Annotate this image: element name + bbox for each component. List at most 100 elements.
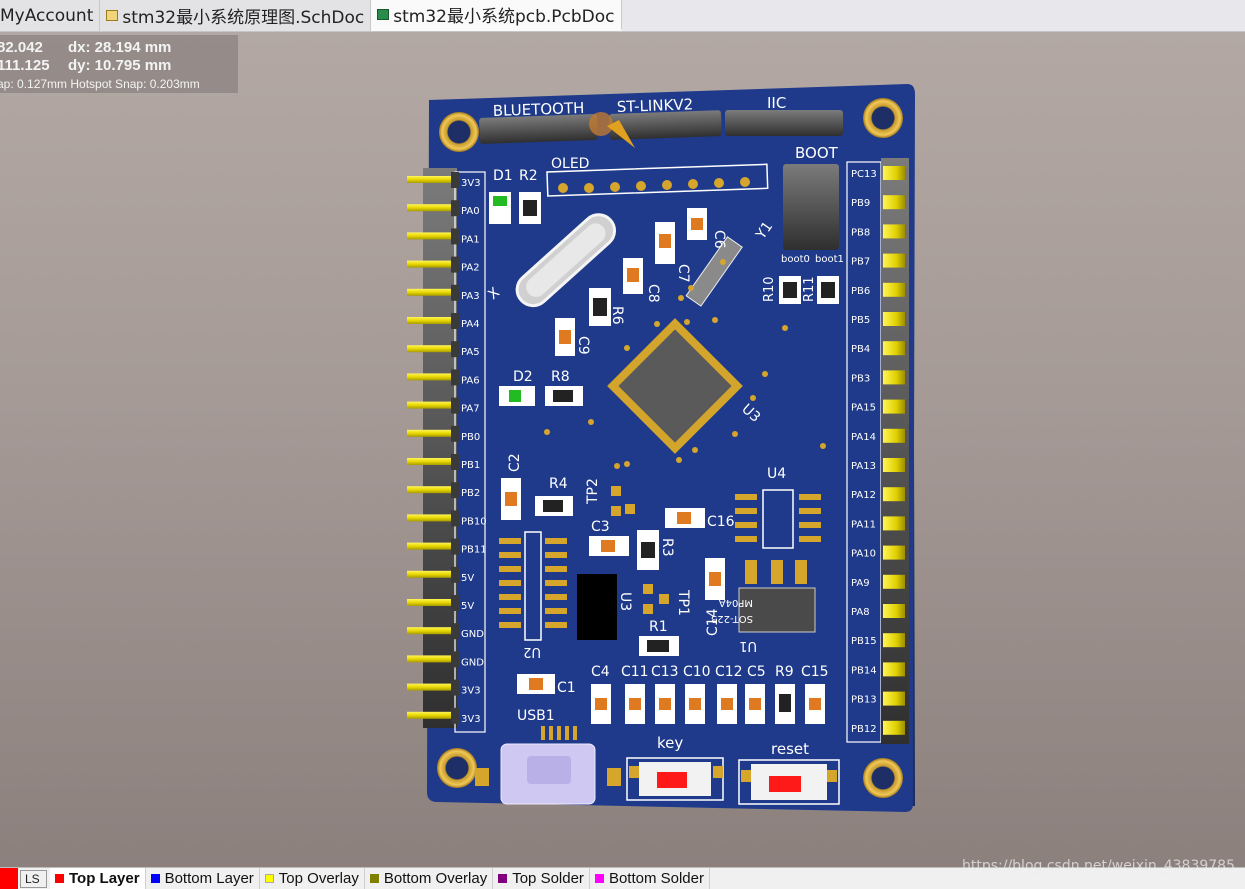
designator-r9: R9 bbox=[775, 664, 794, 680]
right-pin-label: PB8 bbox=[851, 227, 870, 238]
pcb-3d-view[interactable]: BLUETOOTH ST-LINKV2 IIC BOOT OLED 3V3 PA0… bbox=[395, 80, 920, 820]
mounting-hole bbox=[863, 758, 903, 798]
left-pin-label: 3V3 bbox=[461, 714, 481, 725]
resistor-r2 bbox=[519, 192, 541, 224]
snap-info: ap: 0.127mm Hotspot Snap: 0.203mm bbox=[0, 77, 200, 91]
reset-label: reset bbox=[771, 740, 809, 758]
layer-label: Bottom Overlay bbox=[383, 870, 488, 887]
cursor-y: 111.125 bbox=[0, 57, 50, 74]
designator-u3-b: U3 bbox=[617, 592, 633, 611]
left-pin-label: PB11 bbox=[461, 545, 487, 556]
right-pin-label: PC13 bbox=[851, 169, 877, 180]
designator-c16: C16 bbox=[707, 514, 735, 530]
designator-r6: R6 bbox=[609, 306, 625, 325]
right-pin-label: PA12 bbox=[851, 490, 876, 501]
bluetooth-header bbox=[479, 113, 598, 144]
right-pin-label: PB5 bbox=[851, 315, 870, 326]
designator-r8: R8 bbox=[551, 369, 570, 385]
left-pin-label: 3V3 bbox=[461, 178, 481, 189]
right-pin-label: PA10 bbox=[851, 549, 876, 560]
tab-myaccount[interactable]: MyAccount bbox=[0, 0, 101, 31]
delta-y: dy: 10.795 mm bbox=[68, 57, 172, 74]
layer-tab-bottom-overlay[interactable]: Bottom Overlay bbox=[365, 867, 494, 889]
layer-tab-bottom-solder[interactable]: Bottom Solder bbox=[590, 867, 710, 889]
left-pin-label: PA3 bbox=[461, 291, 480, 302]
tab-label: stm32最小系统pcb.PcbDoc bbox=[393, 6, 615, 27]
iic-header bbox=[725, 110, 843, 136]
left-pin-label: PA7 bbox=[461, 404, 480, 415]
coordinate-readout: 82.042 dx: 28.194 mm 111.125 dy: 10.795 mm… bbox=[0, 35, 238, 93]
designator-c2: C2 bbox=[507, 453, 523, 472]
right-pin-label: PA13 bbox=[851, 461, 876, 472]
right-pin-label: PB14 bbox=[851, 665, 877, 676]
tab-label: stm32最小系统原理图.SchDoc bbox=[122, 8, 365, 28]
layer-label: Bottom Solder bbox=[608, 870, 704, 887]
right-pin-label: PA14 bbox=[851, 432, 876, 443]
layer-label: Top Solder bbox=[512, 870, 584, 887]
right-pin-label: PB4 bbox=[851, 344, 870, 355]
designator-tp2: TP2 bbox=[585, 478, 601, 505]
left-pin-label: PA0 bbox=[461, 206, 480, 217]
mounting-hole bbox=[863, 98, 903, 138]
tab-pcb[interactable]: stm32最小系统pcb.PcbDoc bbox=[371, 0, 622, 31]
resistor-r1 bbox=[639, 636, 679, 656]
layer-label: Bottom Layer bbox=[164, 870, 254, 887]
ic-u3-package bbox=[577, 574, 617, 640]
designator-d2: D2 bbox=[513, 369, 533, 385]
boot-label: BOOT bbox=[795, 144, 839, 162]
led-d1 bbox=[489, 192, 511, 224]
led-d2 bbox=[499, 386, 535, 406]
layer-set-selector[interactable]: LS bbox=[0, 867, 50, 889]
tab-schematic[interactable]: stm32最小系统原理图.SchDoc bbox=[100, 0, 372, 31]
layer-tab-top-overlay[interactable]: Top Overlay bbox=[260, 867, 365, 889]
delta-x: dx: 28.194 mm bbox=[68, 39, 172, 56]
designator-r4: R4 bbox=[549, 476, 568, 492]
right-pin-label: PB6 bbox=[851, 286, 870, 297]
capacitor-c16 bbox=[665, 508, 705, 528]
pcb-doc-icon bbox=[377, 8, 390, 20]
layer-tab-bottom-layer[interactable]: Bottom Layer bbox=[146, 867, 260, 889]
designator-c5: C5 bbox=[747, 664, 766, 680]
designator-c13: C13 bbox=[651, 664, 679, 680]
mounting-hole bbox=[439, 112, 479, 152]
layer-tab-top-layer[interactable]: Top Layer bbox=[50, 867, 146, 889]
designator-c1: C1 bbox=[557, 680, 576, 696]
designator-c6: C6 bbox=[711, 230, 727, 249]
reset-button bbox=[738, 759, 840, 805]
capacitor-c7 bbox=[655, 222, 675, 264]
capacitor-c2 bbox=[501, 478, 521, 520]
left-pin-label: PA5 bbox=[461, 347, 480, 358]
resistor-r3 bbox=[637, 530, 659, 570]
mounting-hole bbox=[437, 748, 477, 788]
left-pin-label: PA4 bbox=[461, 319, 480, 330]
layer-color-swatch bbox=[498, 874, 508, 883]
left-pin-label: PB2 bbox=[461, 488, 480, 499]
right-pin-label: PA9 bbox=[851, 578, 870, 589]
iic-label: IIC bbox=[767, 94, 786, 112]
resistor-r6 bbox=[589, 288, 611, 326]
key-button bbox=[626, 757, 724, 801]
layer-color-swatch bbox=[594, 874, 604, 883]
left-pin-label: 3V3 bbox=[461, 686, 481, 697]
layer-tab-top-solder[interactable]: Top Solder bbox=[493, 867, 590, 889]
designator-r11: R11 bbox=[802, 276, 817, 302]
capacitor-c8 bbox=[623, 258, 643, 294]
designator-c10: C10 bbox=[683, 664, 711, 680]
left-pin-label: PB0 bbox=[461, 432, 480, 443]
designator-u1: U1 bbox=[739, 638, 757, 653]
boot1-label: boot1 bbox=[815, 254, 844, 265]
right-pin-label: PA8 bbox=[851, 607, 870, 618]
right-pin-label: PB12 bbox=[851, 724, 877, 735]
designator-tp1: TP1 bbox=[675, 589, 691, 616]
designator-r10: R10 bbox=[762, 276, 777, 302]
current-layer-color bbox=[0, 867, 18, 889]
resistor-r8 bbox=[545, 386, 583, 406]
designator-r1: R1 bbox=[649, 619, 668, 635]
designator-c4: C4 bbox=[591, 664, 610, 680]
left-pin-label: GND bbox=[461, 657, 484, 668]
designator-r3: R3 bbox=[659, 538, 675, 557]
part-sot223: SOT-223 bbox=[711, 613, 753, 624]
left-pin-label: 5V bbox=[461, 573, 474, 584]
left-pin-label: PA2 bbox=[461, 263, 480, 274]
right-pin-label: PA15 bbox=[851, 403, 876, 414]
